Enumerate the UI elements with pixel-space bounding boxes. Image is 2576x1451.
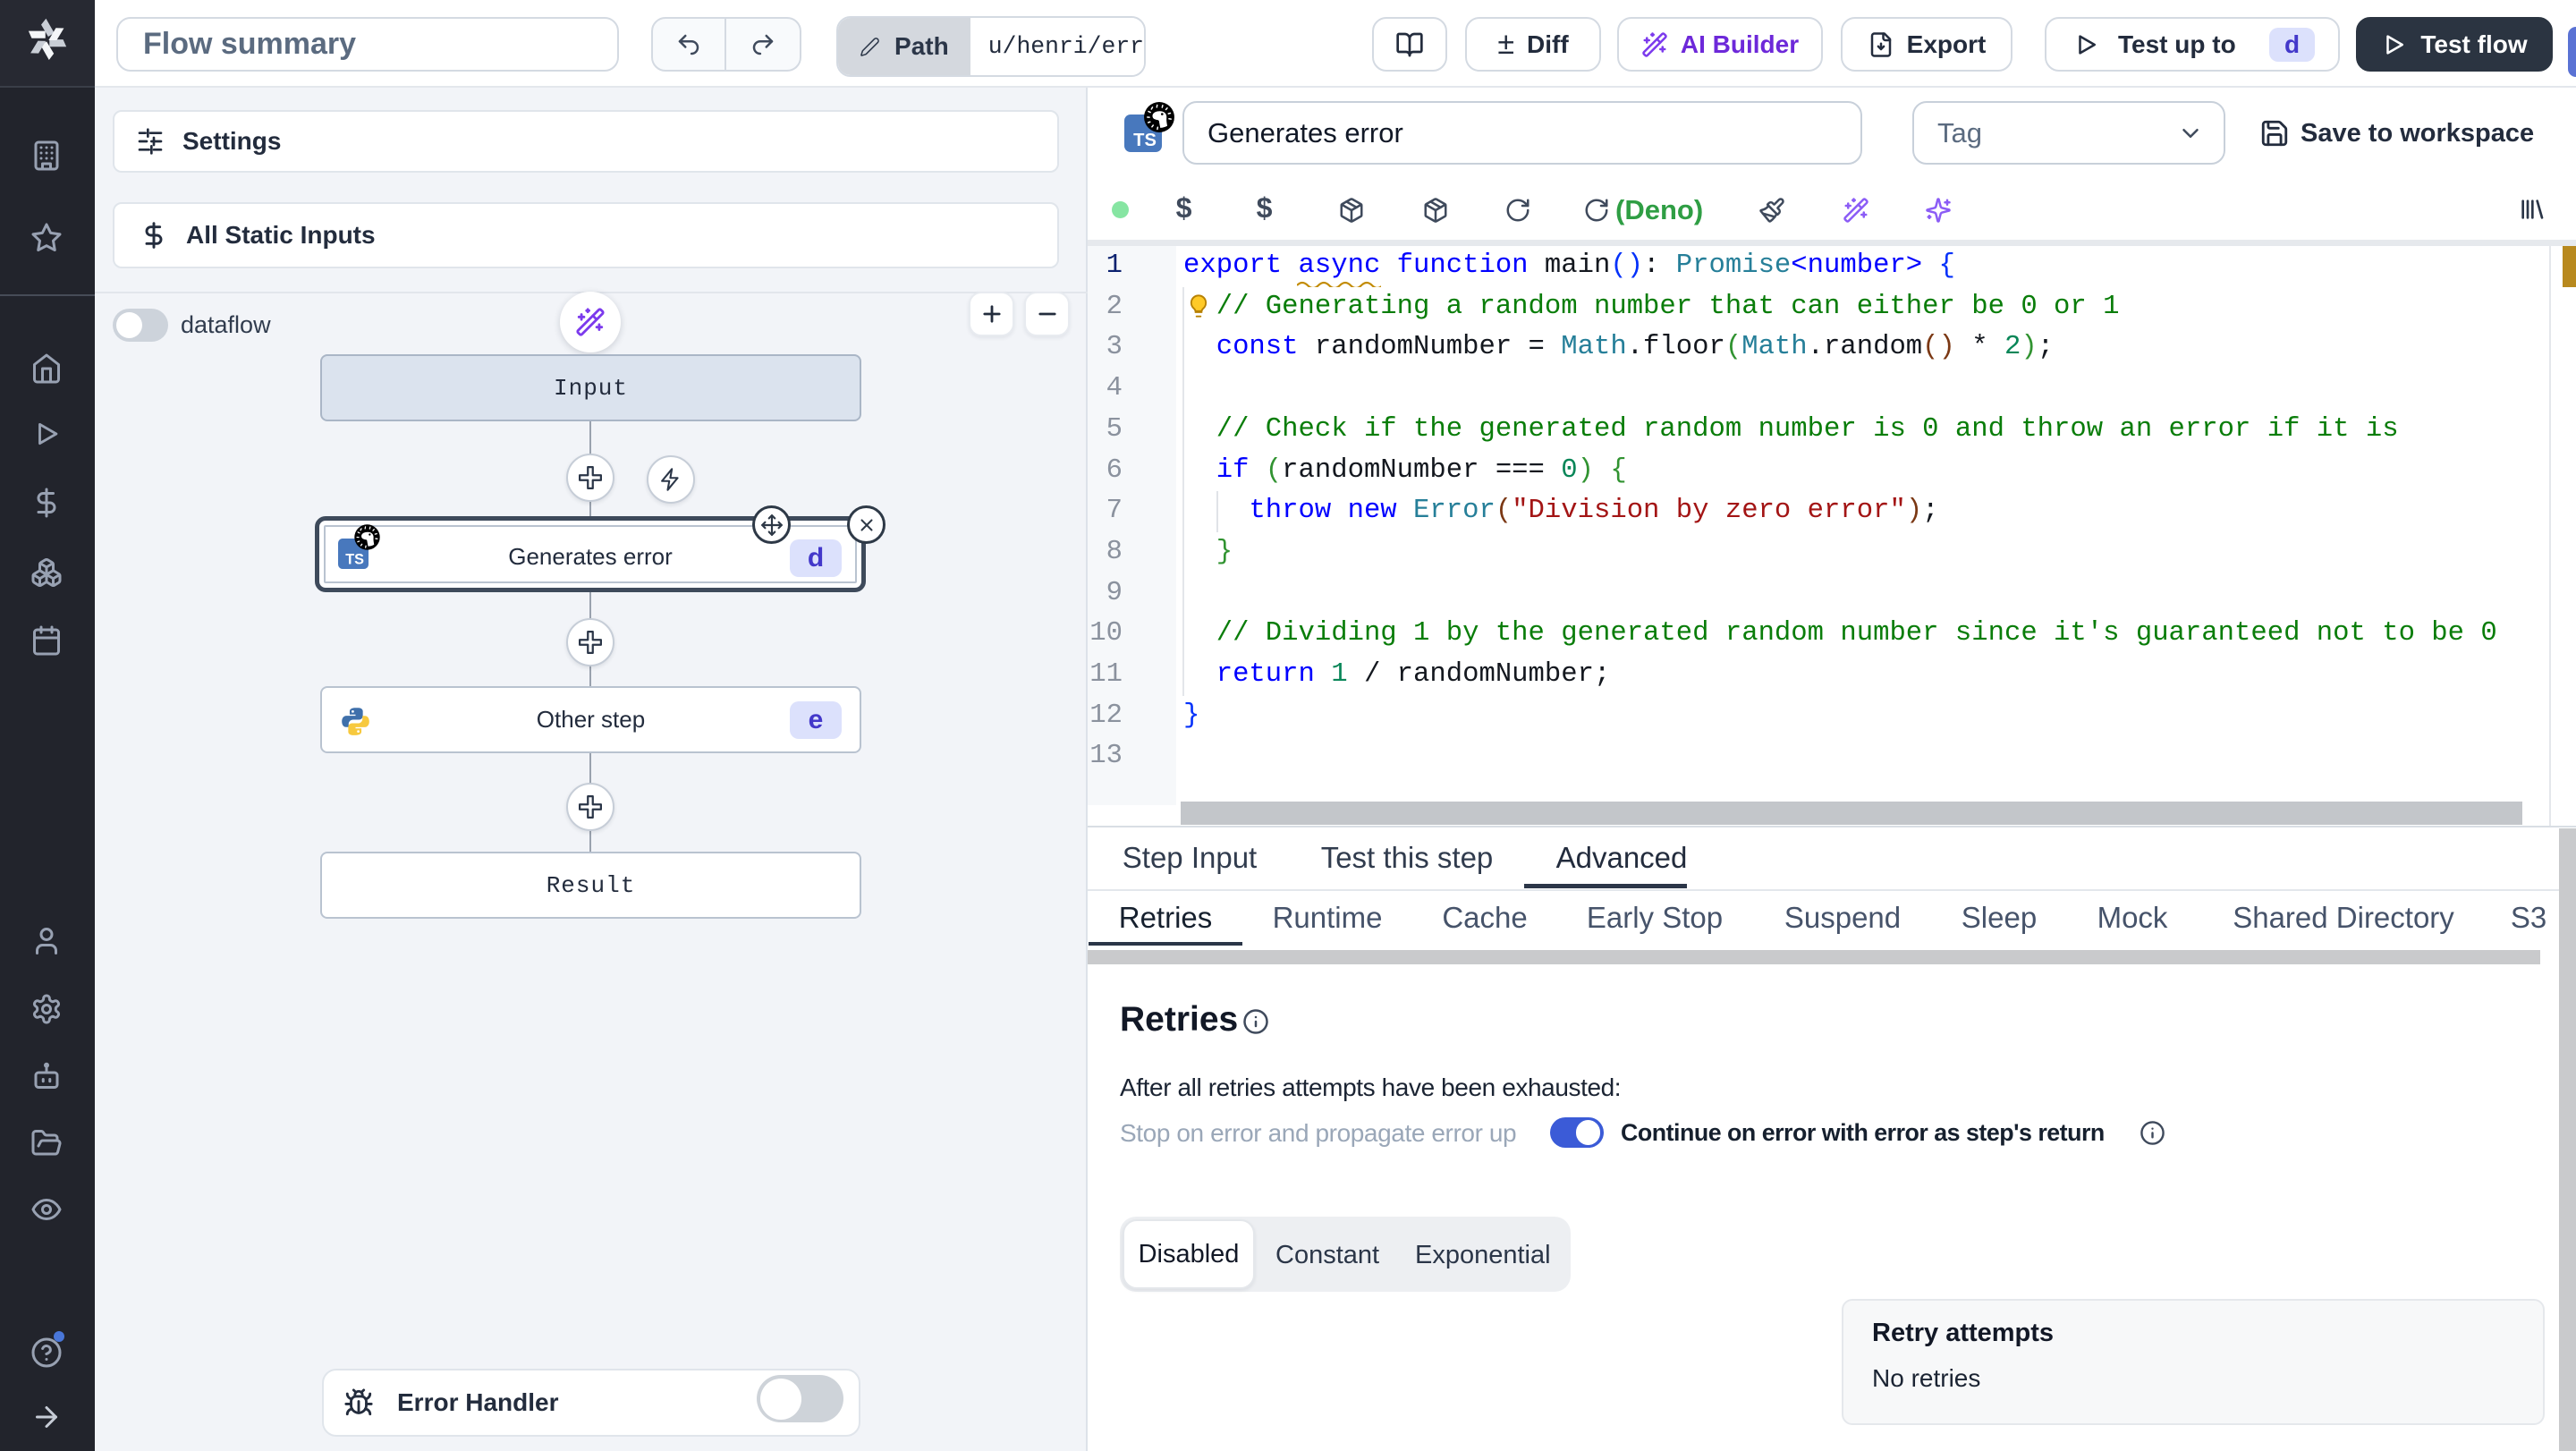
svg-text:TS: TS bbox=[1133, 131, 1157, 150]
svg-text:TS: TS bbox=[345, 551, 364, 567]
